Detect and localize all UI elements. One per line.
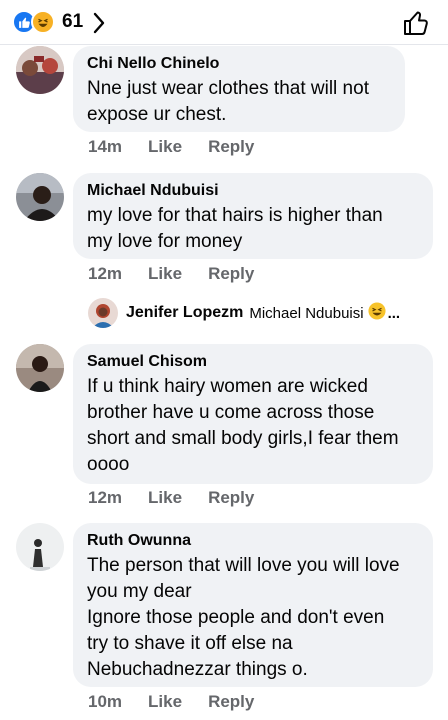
comment-text: The person that will love you will love … bbox=[87, 553, 419, 683]
header-divider bbox=[0, 44, 448, 45]
comment-text: my love for that hairs is higher than my… bbox=[87, 203, 419, 255]
comment-author[interactable]: Samuel Chisom bbox=[87, 352, 419, 372]
reply-snippet: Michael Ndubuisi bbox=[249, 304, 364, 322]
comment-bubble[interactable]: Ruth Owunna The person that will love yo… bbox=[73, 523, 433, 687]
comment-line: Nebuchadnezzar things o. bbox=[87, 659, 308, 680]
comment-author[interactable]: Chi Nello Chinelo bbox=[87, 54, 391, 74]
comment-actions: 12m Like Reply bbox=[88, 488, 280, 508]
comment-actions: 14m Like Reply bbox=[88, 137, 280, 157]
comment-line: my love for that hairs is higher than bbox=[87, 205, 383, 226]
reply-ellipsis: ... bbox=[387, 304, 401, 322]
comment-line: The person that will love you will love bbox=[87, 555, 400, 576]
comment-author[interactable]: Michael Ndubuisi bbox=[87, 181, 419, 201]
avatar[interactable] bbox=[16, 344, 64, 392]
comment-actions: 12m Like Reply bbox=[88, 264, 280, 284]
reply-preview[interactable]: Jenifer Lopezm Michael Ndubuisi ... bbox=[88, 298, 400, 328]
comment-line: expose ur chest. bbox=[87, 104, 227, 125]
like-button[interactable]: Like bbox=[148, 137, 182, 157]
reply-button[interactable]: Reply bbox=[208, 692, 254, 712]
reply-author: Jenifer Lopezm bbox=[126, 304, 244, 321]
comment-line: my love for money bbox=[87, 231, 243, 252]
comment-bubble[interactable]: Samuel Chisom If u think hairy women are… bbox=[73, 344, 433, 484]
comment-line: short and small body girls,I fear them bbox=[87, 428, 399, 449]
comment-line: brother have u come across those bbox=[87, 402, 375, 423]
reply-button[interactable]: Reply bbox=[208, 488, 254, 508]
reaction-count: 61 bbox=[62, 11, 84, 32]
avatar[interactable] bbox=[16, 523, 64, 571]
comment-text: Nne just wear clothes that will not expo… bbox=[87, 76, 391, 128]
comment-line: If u think hairy women are wicked bbox=[87, 376, 368, 397]
comment-line: try to shave it off else na bbox=[87, 633, 293, 654]
comment-time: 14m bbox=[88, 137, 123, 156]
laughing-emoji-icon bbox=[368, 301, 386, 325]
haha-reaction-icon bbox=[31, 10, 55, 34]
like-button[interactable]: Like bbox=[148, 488, 182, 508]
thumbs-up-icon[interactable] bbox=[402, 9, 430, 42]
comment-actions: 10m Like Reply bbox=[88, 692, 280, 712]
comment-bubble[interactable]: Chi Nello Chinelo Nne just wear clothes … bbox=[73, 46, 405, 132]
comment-text: If u think hairy women are wicked brothe… bbox=[87, 374, 419, 478]
like-button[interactable]: Like bbox=[148, 264, 182, 284]
avatar[interactable] bbox=[16, 46, 64, 94]
comment-line: you my dear bbox=[87, 581, 192, 602]
avatar bbox=[88, 298, 118, 328]
comment-author[interactable]: Ruth Owunna bbox=[87, 531, 419, 551]
comment-line: Nne just wear clothes that will not bbox=[87, 78, 369, 99]
like-button[interactable]: Like bbox=[148, 692, 182, 712]
avatar[interactable] bbox=[16, 173, 64, 221]
comment-time: 12m bbox=[88, 488, 123, 507]
reactions-summary[interactable]: 61 bbox=[12, 10, 83, 34]
comment-time: 10m bbox=[88, 692, 123, 711]
chevron-right-icon[interactable] bbox=[92, 12, 106, 39]
comment-line: Ignore those people and don't even bbox=[87, 607, 385, 628]
reply-button[interactable]: Reply bbox=[208, 264, 254, 284]
reply-button[interactable]: Reply bbox=[208, 137, 254, 157]
comment-line: oooo bbox=[87, 454, 130, 475]
comment-time: 12m bbox=[88, 264, 123, 283]
comment-bubble[interactable]: Michael Ndubuisi my love for that hairs … bbox=[73, 173, 433, 259]
reactions-header: 61 bbox=[0, 0, 448, 44]
